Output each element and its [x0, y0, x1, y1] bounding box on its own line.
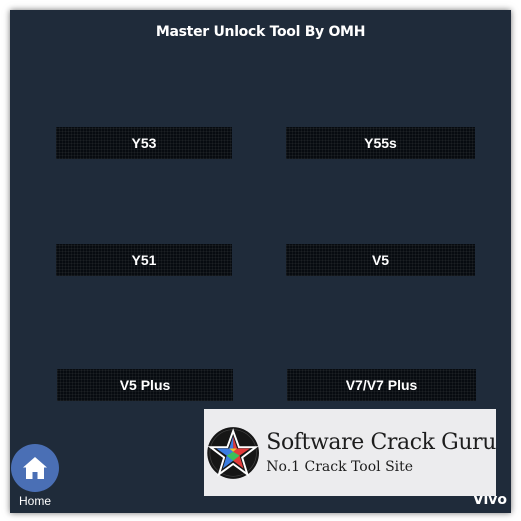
watermark-subtitle: No.1 Crack Tool Site [266, 459, 414, 475]
model-button-v5[interactable]: V5 [286, 244, 475, 276]
model-button-v5-plus[interactable]: V5 Plus [57, 369, 233, 401]
app-window: Master Unlock Tool By OMH Y53 Y55s Y51 V… [10, 10, 511, 513]
window-title: Master Unlock Tool By OMH [155, 24, 366, 40]
model-button-y51[interactable]: Y51 [56, 244, 232, 276]
model-button-y55s[interactable]: Y55s [286, 127, 475, 159]
home-button[interactable] [11, 444, 59, 492]
watermark-banner: Software Crack Guru No.1 Crack Tool Site [204, 409, 496, 496]
model-button-y53[interactable]: Y53 [56, 127, 232, 159]
model-button-v7-v7-plus[interactable]: V7/V7 Plus [287, 369, 476, 401]
home-icon [23, 457, 47, 479]
star-logo-icon [207, 426, 259, 479]
watermark-title: Software Crack Guru [266, 430, 496, 455]
home-label: Home [18, 494, 51, 508]
